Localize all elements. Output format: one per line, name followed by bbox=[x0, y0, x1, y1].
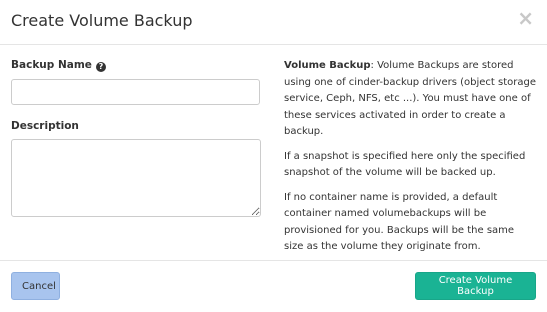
backup-name-label: Backup Name? bbox=[11, 59, 106, 72]
backup-name-label-text: Backup Name bbox=[11, 59, 92, 71]
create-volume-backup-dialog: Create Volume Backup × Backup Name? Desc… bbox=[0, 0, 547, 311]
close-icon[interactable]: × bbox=[517, 8, 534, 28]
help-paragraph-1-bold: Volume Backup bbox=[284, 60, 371, 71]
cancel-button[interactable]: Cancel bbox=[11, 272, 60, 300]
dialog-header: Create Volume Backup × bbox=[0, 0, 547, 45]
dialog-footer: Cancel Create Volume Backup bbox=[0, 260, 547, 312]
help-paragraph-3: If no container name is provided, a defa… bbox=[284, 191, 515, 253]
dialog-body: Backup Name? Description Volume Backup: … bbox=[0, 45, 547, 260]
dialog-title: Create Volume Backup bbox=[11, 11, 193, 30]
backup-name-input[interactable] bbox=[11, 79, 260, 105]
question-circle-icon[interactable]: ? bbox=[95, 62, 106, 72]
help-paragraph-1: Volume Backup: Volume Backups are stored… bbox=[284, 58, 536, 141]
help-paragraph-1-text: : Volume Backups are stored using one of… bbox=[284, 60, 537, 137]
create-volume-backup-button[interactable]: Create Volume Backup bbox=[415, 272, 536, 300]
help-text: Volume Backup: Volume Backups are stored… bbox=[284, 58, 536, 264]
help-paragraph-2: If a snapshot is specified here only the… bbox=[284, 150, 526, 179]
description-textarea[interactable] bbox=[11, 139, 261, 217]
description-label: Description bbox=[11, 120, 79, 132]
